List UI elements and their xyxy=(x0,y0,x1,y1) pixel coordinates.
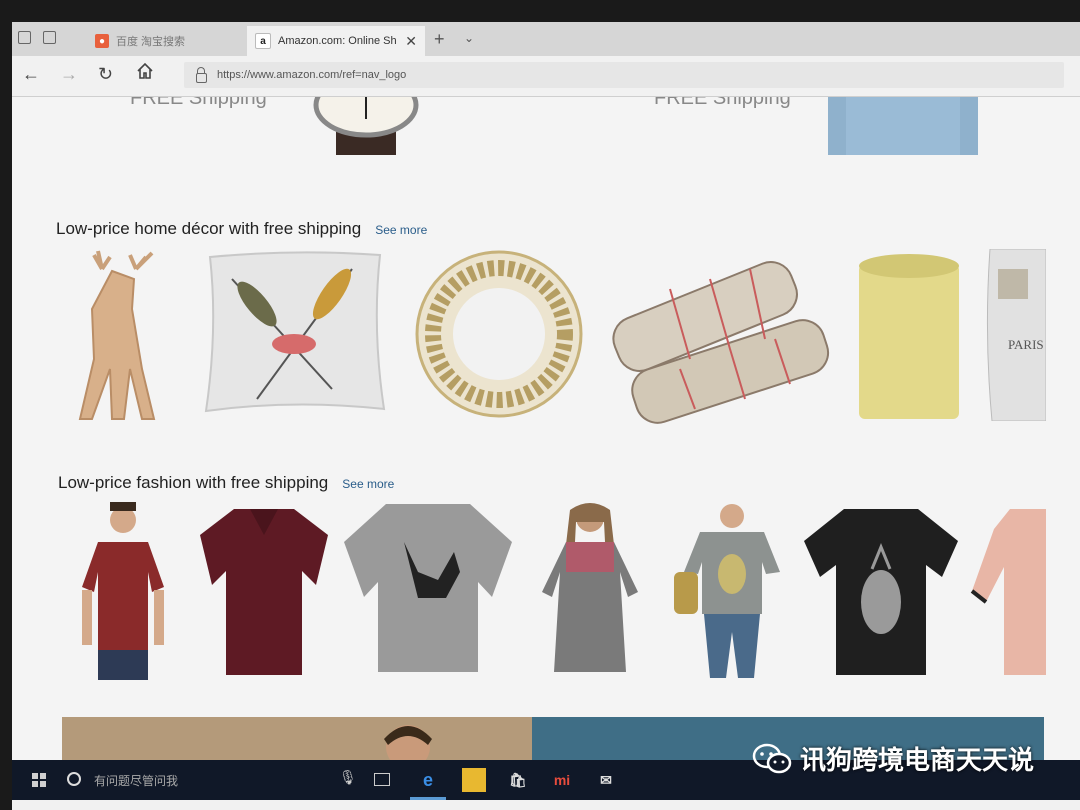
home-icon[interactable] xyxy=(136,62,154,85)
product-black-pineapple-tee[interactable] xyxy=(802,507,960,677)
product-feather-pillow[interactable] xyxy=(202,249,387,414)
wechat-logo-icon xyxy=(752,743,792,773)
product-watch[interactable] xyxy=(310,97,422,155)
store-icon[interactable]: 🛍 xyxy=(506,768,530,792)
page-content: FREE Shipping FREE Shipping Low-price ho… xyxy=(12,97,1080,760)
see-more-link[interactable]: See more xyxy=(375,223,427,237)
taskbar-search-placeholder[interactable]: 有问题尽管问我 xyxy=(94,772,178,789)
wechat-watermark: 讯狗跨境电商天天说 xyxy=(752,740,1034,777)
product-man-red-tshirt[interactable] xyxy=(78,502,168,680)
tab-amazon[interactable]: a Amazon.com: Online Sh ✕ xyxy=(247,26,425,56)
product-gray-graphic-tee[interactable] xyxy=(342,502,514,674)
free-shipping-text: FREE Shipping xyxy=(654,97,791,109)
tab-menu-chevron-icon[interactable]: ⌄ xyxy=(464,31,474,45)
amazon-favicon-icon: a xyxy=(255,33,271,49)
product-maroon-polo[interactable] xyxy=(198,505,330,677)
set-aside-tabs-icon[interactable] xyxy=(43,31,56,44)
tab-bar-icons xyxy=(18,31,56,44)
product-decorative-plate[interactable] xyxy=(412,249,587,419)
section-title: Low-price home décor with free shipping xyxy=(56,219,362,238)
forward-arrow-icon[interactable]: → xyxy=(60,64,78,85)
section-fashion-header: Low-price fashion with free shipping See… xyxy=(58,473,394,493)
product-blue-sweater[interactable] xyxy=(828,97,978,157)
product-deer-figurine[interactable] xyxy=(72,249,172,424)
tab-preview-icon[interactable] xyxy=(18,31,31,44)
file-explorer-icon[interactable] xyxy=(462,768,486,792)
cortana-icon[interactable] xyxy=(67,772,81,786)
watermark-text: 讯狗跨境电商天天说 xyxy=(800,746,1035,776)
product-yellow-candle[interactable] xyxy=(854,252,964,422)
baidu-favicon-icon: ● xyxy=(95,34,109,48)
mi-app-icon[interactable]: mi xyxy=(550,768,574,792)
task-view-icon[interactable] xyxy=(374,773,390,786)
banner-left-image[interactable] xyxy=(62,717,532,760)
section-title: Low-price fashion with free shipping xyxy=(58,473,329,492)
edge-browser-icon[interactable]: e xyxy=(416,768,440,792)
microphone-icon[interactable]: 🎙 xyxy=(339,769,357,786)
section-home-decor-header: Low-price home décor with free shipping … xyxy=(56,219,427,239)
product-floral-top[interactable] xyxy=(540,502,640,680)
lock-icon xyxy=(196,66,207,83)
banner-person-image xyxy=(384,725,432,760)
browser-window: ● 百度 淘宝搜索 a Amazon.com: Online Sh ✕ + ⌄ … xyxy=(12,22,1080,810)
close-tab-icon[interactable]: ✕ xyxy=(405,33,417,50)
address-bar[interactable]: https://www.amazon.com/ref=nav_logo xyxy=(184,62,1064,88)
free-shipping-text: FREE Shipping xyxy=(130,97,267,109)
product-pineapple-tee-woman[interactable] xyxy=(674,502,782,680)
new-tab-button[interactable]: + xyxy=(434,29,445,50)
see-more-link[interactable]: See more xyxy=(342,477,394,491)
url-text: https://www.amazon.com/ref=nav_logo xyxy=(217,69,407,81)
active-app-indicator xyxy=(410,797,446,800)
mail-icon[interactable]: ✉ xyxy=(594,768,618,792)
refresh-icon[interactable]: ↻ xyxy=(98,64,113,85)
product-pink-tee[interactable] xyxy=(970,507,1046,677)
tab-label: Amazon.com: Online Sh xyxy=(278,35,397,47)
tab-bar: ● 百度 淘宝搜索 a Amazon.com: Online Sh ✕ + ⌄ xyxy=(12,22,1080,56)
product-sage-bundles[interactable] xyxy=(600,249,835,424)
tab-baidu[interactable]: ● 百度 淘宝搜索 xyxy=(87,26,247,56)
back-arrow-icon[interactable]: ← xyxy=(22,64,40,85)
tab-label: 百度 淘宝搜索 xyxy=(116,36,186,48)
navigation-bar: ← → ↻ https://www.amazon.com/ref=nav_log… xyxy=(12,56,1080,97)
svg-text:PARIS: PARIS xyxy=(1008,337,1044,352)
product-paris-pillow[interactable]: PARIS xyxy=(984,249,1046,421)
windows-start-icon[interactable] xyxy=(32,773,46,787)
